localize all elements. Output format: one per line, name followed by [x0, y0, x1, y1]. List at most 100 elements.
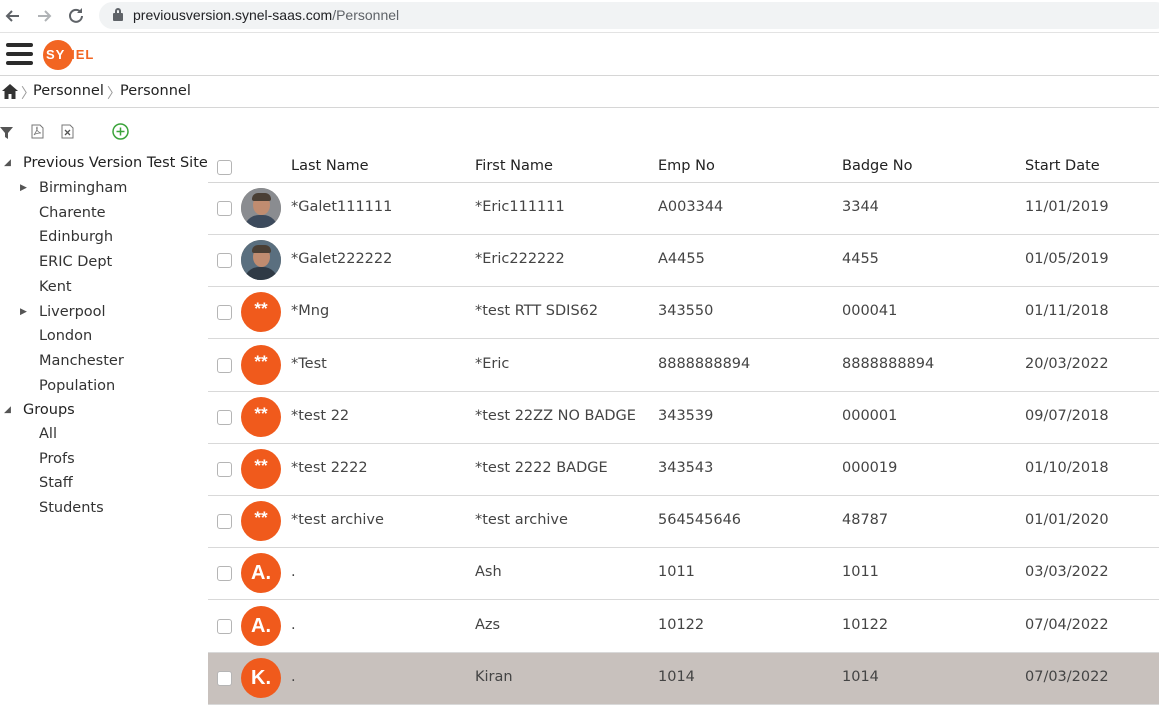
cell-badge-no: 000019 [842, 460, 898, 476]
table-row[interactable]: A.. Azs 10122 10122 07/04/2022 [208, 601, 1159, 653]
table-row[interactable]: *Galet111111 *Eric111111 A003344 3344 11/01/… [208, 183, 1159, 235]
column-header-emp-no[interactable]: Emp No [658, 158, 715, 174]
list-toolbar [0, 120, 200, 144]
tree-item-label[interactable]: London [39, 325, 92, 347]
row-checkbox[interactable] [217, 253, 232, 269]
avatar-initials: A. [241, 553, 281, 594]
menu-icon[interactable] [6, 41, 33, 68]
table-row[interactable]: ** *test archive *test archive 564545646 487… [208, 496, 1159, 549]
table-row[interactable]: *Galet222222 *Eric222222 A4455 4455 01/05/20… [208, 235, 1159, 288]
tree-item-label[interactable]: Staff [39, 472, 73, 494]
avatar-initials: ** [241, 449, 281, 489]
excel-icon[interactable] [61, 124, 74, 143]
caret-right-icon[interactable]: ▶ [20, 177, 27, 199]
home-icon[interactable] [1, 83, 19, 100]
synel-logo: SYNEL [43, 40, 93, 70]
cell-first-name: *test RTT SDIS62 [475, 303, 599, 320]
url-text[interactable]: previousversion.synel-saas.com/Personnel [133, 7, 399, 23]
tree-root-label[interactable]: Groups [23, 399, 75, 421]
row-checkbox[interactable] [217, 566, 232, 582]
tree-item-label[interactable]: All [39, 423, 57, 445]
row-checkbox[interactable] [217, 462, 232, 477]
table-row[interactable]: ** *test 2222 *test 2222 BADGE 343543 000019… [208, 444, 1159, 496]
tree-item-label[interactable]: Birmingham [39, 177, 127, 199]
caret-down-icon[interactable]: ◢ [4, 399, 11, 421]
cell-emp-no: 564545646 [658, 512, 742, 529]
row-checkbox[interactable] [217, 201, 232, 216]
tree-item-label[interactable]: ERIC Dept [39, 251, 112, 273]
reload-icon[interactable] [66, 6, 86, 26]
row-checkbox[interactable] [217, 670, 232, 686]
cell-last-name: *test archive [291, 512, 384, 529]
cell-first-name: *test archive [475, 512, 568, 529]
column-header-badge-no[interactable]: Badge No [842, 158, 913, 174]
add-icon[interactable] [112, 123, 129, 144]
cell-last-name: . [291, 564, 296, 581]
cell-start-date: 01/11/2018 [1025, 303, 1109, 320]
cell-emp-no: 10122 [658, 616, 705, 633]
cell-emp-no: A003344 [658, 199, 724, 215]
cell-first-name: *test 2222 BADGE [475, 460, 608, 476]
row-checkbox[interactable] [217, 514, 232, 530]
cell-first-name: Kiran [475, 668, 513, 685]
cell-badge-no: 10122 [842, 616, 889, 633]
cell-last-name: . [291, 668, 296, 685]
cell-first-name: *Eric111111 [475, 199, 565, 215]
lock-icon [113, 8, 123, 22]
avatar-initials: ** [241, 292, 281, 333]
cell-emp-no: A4455 [658, 251, 705, 268]
column-header-last-name[interactable]: Last Name [291, 158, 369, 174]
column-header-first-name[interactable]: First Name [475, 158, 553, 174]
cell-last-name: *Test [291, 355, 327, 372]
table-header: Last Name First Name Emp No Badge No Sta… [208, 150, 1159, 183]
cell-first-name: *test 22ZZ NO BADGE [475, 407, 636, 424]
filter-icon[interactable] [0, 125, 13, 144]
cell-emp-no: 1014 [658, 668, 695, 685]
cell-first-name: *Eric222222 [475, 251, 565, 268]
cell-start-date: 01/10/2018 [1025, 460, 1109, 476]
row-checkbox[interactable] [217, 357, 232, 373]
row-checkbox[interactable] [217, 409, 232, 425]
cell-badge-no: 48787 [842, 512, 889, 529]
cell-start-date: 03/03/2022 [1025, 564, 1109, 581]
cell-emp-no: 8888888894 [658, 355, 751, 372]
cell-first-name: Azs [475, 616, 501, 633]
back-icon[interactable] [3, 6, 23, 26]
select-all-checkbox[interactable] [217, 160, 232, 175]
table-row[interactable]: A.. Ash 1011 1011 03/03/2022 [208, 548, 1159, 601]
tree-item-label[interactable]: Kent [39, 276, 72, 298]
tree-item-label[interactable]: Population [39, 375, 115, 397]
cell-start-date: 01/05/2019 [1025, 251, 1109, 268]
table-row[interactable]: K.. Kiran 1014 1014 07/03/2022 [208, 652, 1159, 705]
row-checkbox[interactable] [217, 618, 232, 634]
address-bar[interactable]: previousversion.synel-saas.com/Personnel [99, 2, 1159, 29]
tree-item-label[interactable]: Liverpool [39, 301, 106, 323]
column-header-start-date[interactable]: Start Date [1025, 158, 1100, 174]
tree-item-label[interactable]: Profs [39, 448, 75, 470]
row-checkbox[interactable] [217, 305, 232, 321]
pdf-icon[interactable] [31, 124, 44, 143]
cell-last-name: . [291, 616, 296, 633]
tree-item-label[interactable]: Manchester [39, 350, 124, 372]
cell-first-name: Ash [475, 564, 502, 581]
tree-root-label[interactable]: Previous Version Test Site [23, 152, 208, 174]
tree-item-label[interactable]: Students [39, 497, 104, 519]
avatar-initials: ** [241, 344, 281, 385]
cell-start-date: 01/01/2020 [1025, 512, 1109, 529]
avatar-photo [241, 188, 281, 228]
forward-icon[interactable] [34, 6, 54, 26]
table-row[interactable]: ** *Mng *test RTT SDIS62 343550 000041 01/11/… [208, 287, 1159, 340]
cell-badge-no: 3344 [842, 199, 879, 215]
cell-badge-no: 8888888894 [842, 355, 935, 372]
table-row[interactable]: ** *Test *Eric 8888888894 8888888894 20/03/20… [208, 340, 1159, 392]
chevron-right-icon: 〉 [107, 86, 121, 102]
table-row[interactable]: ** *test 22 *test 22ZZ NO BADGE 343539 00000… [208, 392, 1159, 444]
tree-item-label[interactable]: Charente [39, 202, 106, 224]
caret-down-icon[interactable]: ◢ [4, 152, 11, 174]
cell-emp-no: 1011 [658, 564, 695, 581]
cell-badge-no: 000041 [842, 303, 898, 320]
breadcrumb-item[interactable]: Personnel [33, 83, 104, 99]
tree-item-label[interactable]: Edinburgh [39, 226, 113, 248]
caret-right-icon[interactable]: ▶ [20, 301, 27, 323]
cell-start-date: 09/07/2018 [1025, 407, 1109, 424]
